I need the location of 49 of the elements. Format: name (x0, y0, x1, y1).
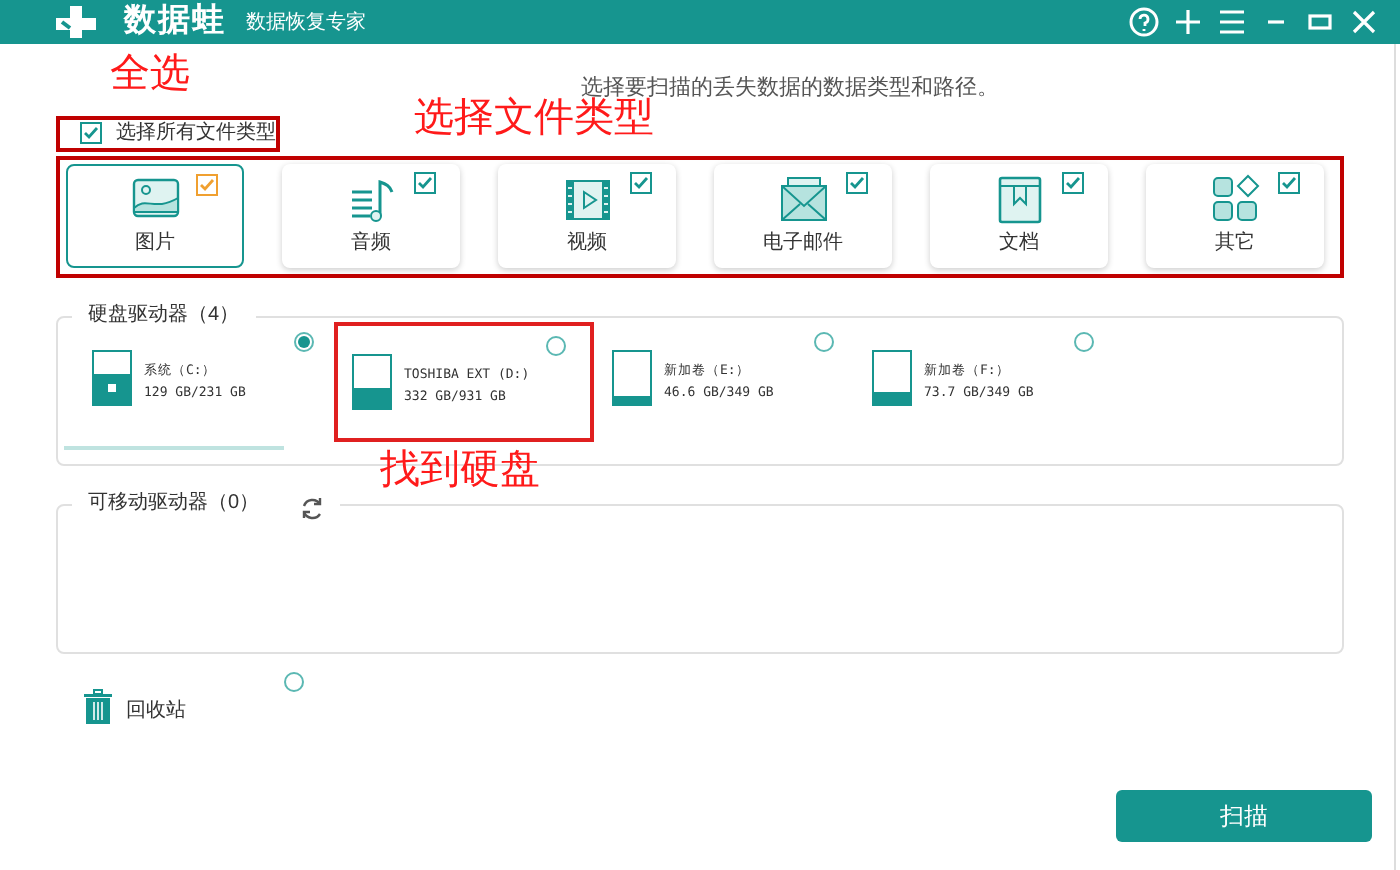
drive-usage-icon (872, 349, 912, 405)
checkbox[interactable] (1062, 172, 1084, 194)
recycle-bin-label: 回收站 (126, 697, 186, 725)
card-label: 电子邮件 (763, 229, 843, 258)
app-subtitle: 数据恢复专家 (246, 9, 366, 37)
drive-usage-icon (92, 349, 132, 405)
drive-usage-icon (352, 353, 392, 409)
file-type-card[interactable]: 文档 (930, 164, 1108, 268)
file-type-card[interactable]: 其它 (1146, 164, 1324, 268)
card-label: 音频 (351, 229, 391, 258)
close-icon[interactable] (1348, 6, 1380, 38)
plus-icon[interactable] (1172, 6, 1204, 38)
card-label: 视频 (567, 229, 607, 258)
file-type-card[interactable]: 图片 (66, 164, 244, 268)
checkbox[interactable] (846, 172, 868, 194)
file-type-card[interactable]: 音频 (282, 164, 460, 268)
radio-button[interactable] (294, 331, 314, 351)
annotation-text: 全选 (110, 52, 190, 96)
checkbox[interactable] (196, 174, 218, 196)
envelope-icon (777, 174, 829, 226)
scan-button[interactable]: 扫描 (1116, 790, 1372, 842)
card-label: 图片 (135, 229, 175, 258)
app-name: 数据蛙 (124, 1, 226, 42)
checkbox[interactable] (80, 122, 102, 144)
refresh-icon[interactable] (299, 495, 324, 519)
radio-button[interactable] (546, 335, 566, 355)
radio-button[interactable] (814, 331, 834, 351)
file-type-card[interactable]: 电子邮件 (714, 164, 892, 268)
card-label: 其它 (1215, 229, 1255, 258)
recycle-bin-item[interactable]: 回收站 (72, 671, 332, 743)
document-icon (993, 174, 1045, 226)
checkbox[interactable] (414, 172, 436, 194)
shapes-icon (1209, 174, 1261, 226)
radio-button[interactable] (1074, 331, 1094, 351)
checkbox[interactable] (630, 172, 652, 194)
radio-button[interactable] (284, 671, 304, 691)
trash-icon (82, 687, 114, 725)
menu-icon[interactable] (1216, 6, 1248, 38)
checkbox[interactable] (1278, 172, 1300, 194)
section-title: 可移动驱动器（0） (88, 490, 260, 518)
annotation-text: 选择文件类型 (414, 96, 654, 140)
checkbox-label: 选择所有文件类型 (116, 119, 276, 148)
annotation-text: 找到硬盘 (380, 448, 540, 492)
file-type-card[interactable]: 视频 (498, 164, 676, 268)
section-title: 硬盘驱动器（4） (72, 299, 256, 329)
help-icon[interactable] (1128, 6, 1160, 38)
film-icon (561, 174, 613, 226)
drive-usage-icon (612, 349, 652, 405)
card-label: 文档 (999, 229, 1039, 258)
